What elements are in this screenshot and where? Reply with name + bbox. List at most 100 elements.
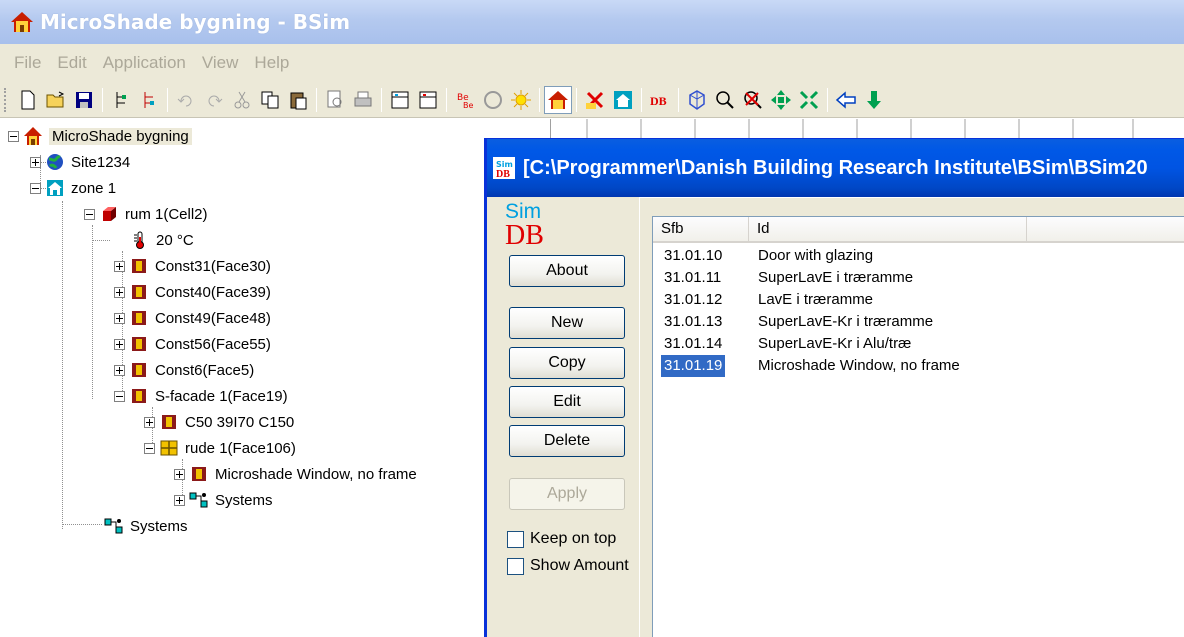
db-text-icon: DB bbox=[650, 94, 667, 108]
open-file-button[interactable] bbox=[42, 86, 70, 114]
undo-button[interactable] bbox=[172, 86, 200, 114]
tree-expand-button[interactable] bbox=[107, 86, 135, 114]
tree-node-systems[interactable]: Systems bbox=[174, 487, 273, 513]
new-file-button[interactable] bbox=[14, 86, 42, 114]
tree-node-room[interactable]: rum 1(Cell2) bbox=[84, 201, 208, 227]
list-item[interactable]: 31.01.10 Door with glazing bbox=[653, 245, 1184, 267]
about-button[interactable]: About bbox=[509, 255, 625, 287]
apply-button[interactable]: Apply bbox=[509, 478, 625, 510]
cell-id: Microshade Window, no frame bbox=[758, 357, 960, 374]
menu-help[interactable]: Help bbox=[246, 44, 297, 82]
main-title-bar[interactable]: MicroShade bygning - BSim bbox=[0, 0, 1184, 44]
cell-id: SuperLavE-Kr i træramme bbox=[758, 313, 934, 330]
circle-button[interactable] bbox=[479, 86, 507, 114]
tree-node-label: Microshade Window, no frame bbox=[215, 465, 417, 483]
bs-button[interactable]: Be Be bbox=[451, 86, 479, 114]
collapse-toggle[interactable] bbox=[30, 182, 41, 194]
expand-toggle[interactable] bbox=[114, 364, 125, 376]
collapse-toggle[interactable] bbox=[114, 390, 125, 402]
menu-view[interactable]: View bbox=[194, 44, 247, 82]
toolbar-separator bbox=[678, 87, 679, 112]
print-button[interactable] bbox=[349, 86, 377, 114]
toolbar-grip[interactable] bbox=[4, 87, 8, 112]
3d-view-button[interactable] bbox=[683, 86, 711, 114]
sun-button[interactable] bbox=[507, 86, 535, 114]
tree-node-zone[interactable]: zone 1 bbox=[30, 175, 116, 201]
expand-toggle[interactable] bbox=[174, 468, 185, 480]
copy-button[interactable] bbox=[256, 86, 284, 114]
red-cube-icon bbox=[99, 204, 119, 224]
cell-icon bbox=[391, 91, 409, 108]
zoom-button[interactable] bbox=[711, 86, 739, 114]
tree-node-temperature[interactable]: 20 °C bbox=[130, 227, 194, 253]
menu-file[interactable]: File bbox=[6, 44, 49, 82]
tree-collapse-button[interactable] bbox=[135, 86, 163, 114]
down-button[interactable] bbox=[860, 86, 888, 114]
dialog-title-bar[interactable]: Sim DB [C:\Programmer\Danish Building Re… bbox=[487, 139, 1184, 197]
column-header-sfb[interactable]: Sfb bbox=[653, 217, 749, 241]
copy-button[interactable]: Copy bbox=[509, 347, 625, 379]
paste-button[interactable] bbox=[284, 86, 312, 114]
simdb-dialog: Sim DB [C:\Programmer\Danish Building Re… bbox=[484, 138, 1184, 637]
collapse-toggle[interactable] bbox=[84, 208, 95, 220]
pan-button[interactable] bbox=[767, 86, 795, 114]
fit-button[interactable] bbox=[795, 86, 823, 114]
tree-node-systems[interactable]: Systems bbox=[104, 513, 188, 539]
tree-node-construction[interactable]: Const49(Face48) bbox=[114, 305, 271, 331]
menu-edit[interactable]: Edit bbox=[49, 44, 94, 82]
save-button[interactable] bbox=[70, 86, 98, 114]
tree-node-window-construction[interactable]: Microshade Window, no frame bbox=[174, 461, 417, 487]
zone-view-button[interactable] bbox=[609, 86, 637, 114]
print-preview-button[interactable] bbox=[321, 86, 349, 114]
fit-arrows-icon bbox=[799, 90, 819, 109]
tree-node-label: Systems bbox=[215, 491, 273, 509]
column-header-id[interactable]: Id bbox=[749, 217, 1027, 241]
list-item[interactable]: 31.01.12 LavE i træramme bbox=[653, 289, 1184, 311]
zoom-reset-button[interactable] bbox=[739, 86, 767, 114]
tree-node-site[interactable]: Site1234 bbox=[30, 149, 130, 175]
building-view-button[interactable] bbox=[544, 85, 572, 114]
collapse-toggle[interactable] bbox=[144, 442, 155, 454]
cell-id: SuperLavE-Kr i Alu/træ bbox=[758, 335, 912, 352]
cut-button[interactable] bbox=[228, 86, 256, 114]
list-item[interactable]: 31.01.13 SuperLavE-Kr i træramme bbox=[653, 311, 1184, 333]
expand-toggle[interactable] bbox=[114, 286, 125, 298]
globe-icon bbox=[45, 152, 65, 172]
menu-application[interactable]: Application bbox=[95, 44, 194, 82]
tree-line bbox=[92, 225, 93, 399]
cell-view2-button[interactable] bbox=[414, 86, 442, 114]
show-amount-checkbox[interactable]: Show Amount bbox=[507, 557, 629, 575]
list-item[interactable]: 31.01.14 SuperLavE-Kr i Alu/træ bbox=[653, 333, 1184, 355]
checkbox-box[interactable] bbox=[507, 530, 524, 548]
cell-id: Door with glazing bbox=[758, 247, 874, 264]
tree-node-construction[interactable]: C50 39I70 C150 bbox=[144, 409, 294, 435]
tree-node-construction[interactable]: Const6(Face5) bbox=[114, 357, 254, 383]
tree-node-construction[interactable]: Const40(Face39) bbox=[114, 279, 271, 305]
expand-toggle[interactable] bbox=[30, 156, 41, 168]
keep-on-top-checkbox[interactable]: Keep on top bbox=[507, 530, 616, 548]
collapse-toggle[interactable] bbox=[8, 130, 19, 142]
delete-tool-button[interactable] bbox=[581, 86, 609, 114]
expand-toggle[interactable] bbox=[114, 312, 125, 324]
redo-button[interactable] bbox=[200, 86, 228, 114]
tree-node-root[interactable]: MicroShade bygning bbox=[8, 123, 192, 149]
tree-node-window[interactable]: rude 1(Face106) bbox=[144, 435, 296, 461]
new-button[interactable]: New bbox=[509, 307, 625, 339]
expand-toggle[interactable] bbox=[144, 416, 155, 428]
back-button[interactable] bbox=[832, 86, 860, 114]
list-item[interactable]: 31.01.11 SuperLavE i træramme bbox=[653, 267, 1184, 289]
checkbox-box[interactable] bbox=[507, 557, 524, 575]
simdb-button[interactable]: DB bbox=[646, 86, 674, 114]
list-item-selected[interactable]: 31.01.19 Microshade Window, no frame bbox=[653, 355, 1184, 377]
tree-node-facade[interactable]: S-facade 1(Face19) bbox=[114, 383, 288, 409]
edit-button[interactable]: Edit bbox=[509, 386, 625, 418]
tree-node-construction[interactable]: Const56(Face55) bbox=[114, 331, 271, 357]
expand-toggle[interactable] bbox=[174, 494, 185, 506]
cell-view-button[interactable] bbox=[386, 86, 414, 114]
delete-button[interactable]: Delete bbox=[509, 425, 625, 457]
expand-toggle[interactable] bbox=[114, 260, 125, 272]
component-list[interactable]: Sfb Id 31.01.10 Door with glazing 31.01.… bbox=[652, 216, 1184, 637]
wall-construction-icon bbox=[129, 256, 149, 276]
tree-node-construction[interactable]: Const31(Face30) bbox=[114, 253, 271, 279]
expand-toggle[interactable] bbox=[114, 338, 125, 350]
